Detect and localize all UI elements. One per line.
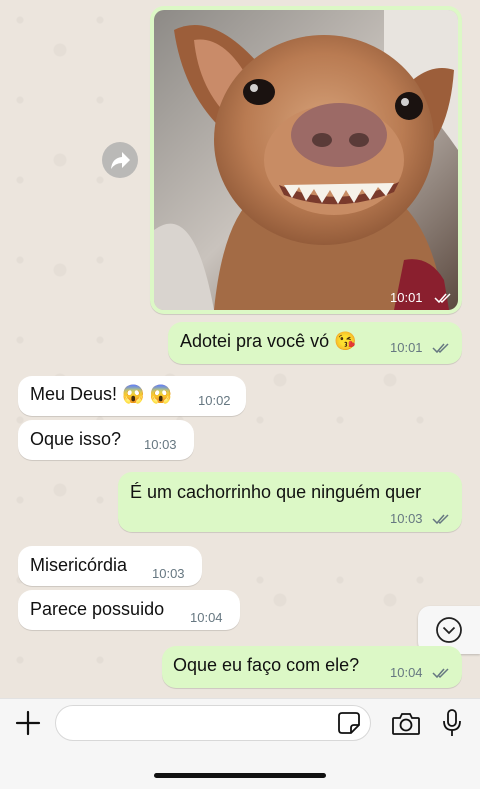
message-time: 10:04 xyxy=(390,665,423,680)
message-text: Parece possuido xyxy=(30,599,165,619)
incoming-message[interactable]: Meu Deus! 😱 😱 10:02 xyxy=(18,376,246,416)
message-input-bar xyxy=(0,698,480,789)
message-text: Misericórdia xyxy=(30,555,128,575)
forward-icon xyxy=(111,152,130,169)
message-time: 10:03 xyxy=(390,511,423,526)
message-text: É um cachorrinho que ninguém quer xyxy=(130,482,422,502)
camera-icon[interactable] xyxy=(391,711,421,737)
incoming-message[interactable]: Parece possuido 10:04 xyxy=(18,590,240,630)
outgoing-message[interactable]: É um cachorrinho que ninguém quer 10:03 xyxy=(118,472,462,532)
dog-photo[interactable]: 10:01 xyxy=(154,10,458,310)
message-time: 10:01 xyxy=(390,290,423,305)
chevron-down-icon xyxy=(436,617,462,643)
message-time: 10:03 xyxy=(144,437,177,452)
message-time: 10:03 xyxy=(152,566,185,581)
read-receipt-icon xyxy=(432,514,449,525)
read-receipt-icon xyxy=(434,293,451,304)
microphone-icon[interactable] xyxy=(441,708,463,738)
home-indicator xyxy=(154,773,326,778)
message-text: Oque eu faço com ele? xyxy=(173,655,360,675)
outgoing-message[interactable]: Oque eu faço com ele? 10:04 xyxy=(162,646,462,688)
incoming-message[interactable]: Misericórdia 10:03 xyxy=(18,546,202,586)
read-receipt-icon xyxy=(432,668,449,679)
forward-button[interactable] xyxy=(102,142,138,178)
message-text: Meu Deus! 😱 😱 xyxy=(30,384,172,404)
message-input[interactable] xyxy=(55,705,371,741)
message-time: 10:04 xyxy=(190,610,223,625)
sticker-icon[interactable] xyxy=(336,710,362,736)
message-time: 10:02 xyxy=(198,393,231,408)
read-receipt-icon xyxy=(432,343,449,354)
incoming-message[interactable]: Oque isso? 10:03 xyxy=(18,420,194,460)
outgoing-message[interactable]: Adotei pra você vó 😘 10:01 xyxy=(168,322,462,364)
message-text: Adotei pra você vó 😘 xyxy=(180,331,357,351)
message-text: Oque isso? xyxy=(30,429,122,449)
plus-icon[interactable] xyxy=(14,709,42,737)
message-time: 10:01 xyxy=(390,340,423,355)
